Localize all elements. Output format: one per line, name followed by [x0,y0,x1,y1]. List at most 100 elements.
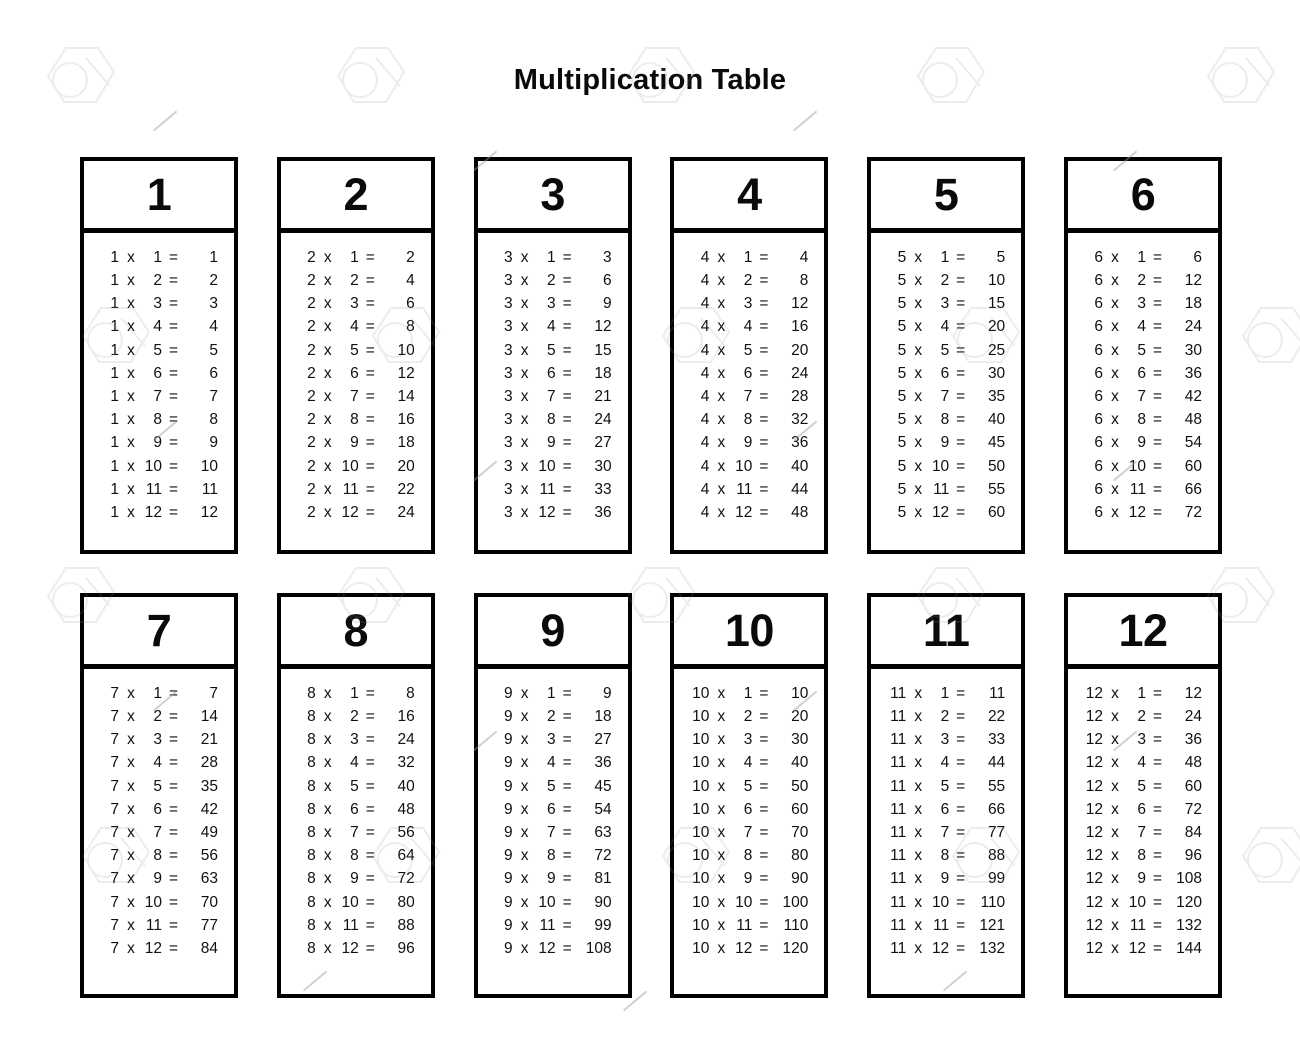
multiplier: 1 [743,248,753,266]
equation-row: 4 x 6 = 24 [690,362,809,385]
product: 15 [987,295,1006,313]
multiplicand: 1 [110,248,119,266]
multiply-operator: x [520,754,529,772]
equals-operator: = [168,939,179,957]
multiply-operator: x [127,457,135,475]
multiplier: 12 [341,939,359,957]
multiply-operator: x [323,341,332,359]
equation-row: 8 x 11 = 88 [297,914,415,937]
equation-row: 2 x 2 = 4 [297,269,415,292]
multiplicand: 11 [890,684,907,702]
multiply-operator: x [520,411,529,429]
multiplier: 2 [546,272,556,290]
multiplicand: 5 [897,411,907,429]
equation-row: 7 x 8 = 56 [100,844,218,867]
table-card-body: 11 x 1 = 11 11 x 2 = 22 11 x 3 = 33 11 x 4 = 44 11 x 5 = 55 11 x 6 =… [871,669,1021,994]
multiplier: 9 [1137,434,1146,452]
multiply-operator: x [717,708,726,726]
multiplicand: 3 [503,272,513,290]
product: 11 [201,480,218,498]
multiplier: 8 [546,411,556,429]
equals-operator: = [562,364,572,382]
multiply-operator: x [127,708,135,726]
multiplier: 8 [153,411,162,429]
multiply-operator: x [1111,341,1119,359]
multiplier: 4 [546,754,556,772]
multiplier: 9 [940,870,950,888]
product: 12 [791,295,809,313]
multiplier: 4 [1137,318,1146,336]
equation-row: 10 x 2 = 20 [690,705,808,728]
multiply-operator: x [323,457,332,475]
multiply-operator: x [914,295,923,313]
multiplicand: 10 [692,939,710,957]
product: 9 [602,295,612,313]
equation-row: 4 x 2 = 8 [690,269,809,292]
multiplication-table-card: 9 9 x 1 = 9 9 x 2 = 18 9 x 3 = 27 9 x 4 = 36 9 x 5 = 45 9 x 6 = 54 9 x 7 =… [473,593,632,998]
equals-operator: = [956,341,966,359]
multiply-operator: x [323,272,332,290]
equals-operator: = [759,411,769,429]
equals-operator: = [956,434,966,452]
equals-operator: = [168,387,179,405]
multiplicand: 3 [503,503,513,521]
multiplicand: 9 [503,870,513,888]
multiplicand: 11 [890,847,907,865]
multiply-operator: x [323,893,332,911]
multiplier: 3 [1137,731,1146,749]
equation-row: 7 x 6 = 42 [100,798,218,821]
equation-row: 7 x 9 = 63 [100,868,218,891]
table-card-header: 2 [280,161,431,233]
multiply-operator: x [520,364,529,382]
product: 50 [791,777,809,795]
multiplier: 1 [350,684,359,702]
product: 36 [594,754,612,772]
multiplier: 2 [350,272,359,290]
equals-operator: = [956,364,966,382]
multiplicand: 7 [110,823,119,841]
equations-table: 4 x 1 = 4 4 x 2 = 8 4 x 3 = 12 4 x 4 = 16 4 x 5 = 20 4 x 6 = 24 4 x 7 = 28… [690,246,809,524]
equation-row: 6 x 12 = 72 [1084,501,1202,524]
multiplier: 3 [940,295,950,313]
multiplier: 10 [931,457,950,475]
equals-operator: = [168,731,179,749]
equals-operator: = [562,318,572,336]
table-card-header: 7 [84,597,234,669]
equals-operator: = [1152,434,1163,452]
product: 77 [200,916,218,934]
multiply-operator: x [1111,411,1119,429]
multiplicand: 4 [700,503,710,521]
multiply-operator: x [1111,503,1119,521]
equations-table: 6 x 1 = 6 6 x 2 = 12 6 x 3 = 18 6 x 4 = 24 6 x 5 = 30 6 x 6 = 36 6 x 7 = 4… [1084,246,1202,524]
equals-operator: = [759,708,769,726]
multiplicand: 11 [890,708,907,726]
multiplier: 5 [350,341,359,359]
equals-operator: = [759,754,769,772]
product: 12 [594,318,612,336]
product: 40 [987,411,1006,429]
equation-row: 12 x 7 = 84 [1084,821,1202,844]
table-card-body: 10 x 1 = 10 10 x 2 = 20 10 x 3 = 30 10 x 4 = 40 10 x 5 = 50 10 x 6 =… [674,669,824,994]
table-number: 7 [146,605,172,656]
multiplier: 11 [342,480,359,498]
multiplier: 5 [940,341,950,359]
equals-operator: = [168,341,179,359]
equals-operator: = [759,893,769,911]
product: 6 [406,295,415,313]
equations-table: 11 x 1 = 11 11 x 2 = 22 11 x 3 = 33 11 x 4 = 44 11 x 5 = 55 11 x 6 =… [887,682,1005,960]
multiply-operator: x [717,754,726,772]
multiplicand: 12 [1085,893,1103,911]
multiply-operator: x [520,823,529,841]
multiplicand: 10 [692,916,710,934]
product: 8 [406,318,415,336]
product: 96 [397,939,415,957]
multiply-operator: x [717,503,726,521]
multiplicand: 7 [110,754,119,772]
product: 18 [594,364,612,382]
equation-row: 10 x 6 = 60 [690,798,808,821]
multiply-operator: x [717,341,726,359]
equation-row: 10 x 9 = 90 [690,868,808,891]
multiplier: 6 [1137,364,1146,382]
multiplier: 7 [940,387,950,405]
multiply-operator: x [323,708,332,726]
